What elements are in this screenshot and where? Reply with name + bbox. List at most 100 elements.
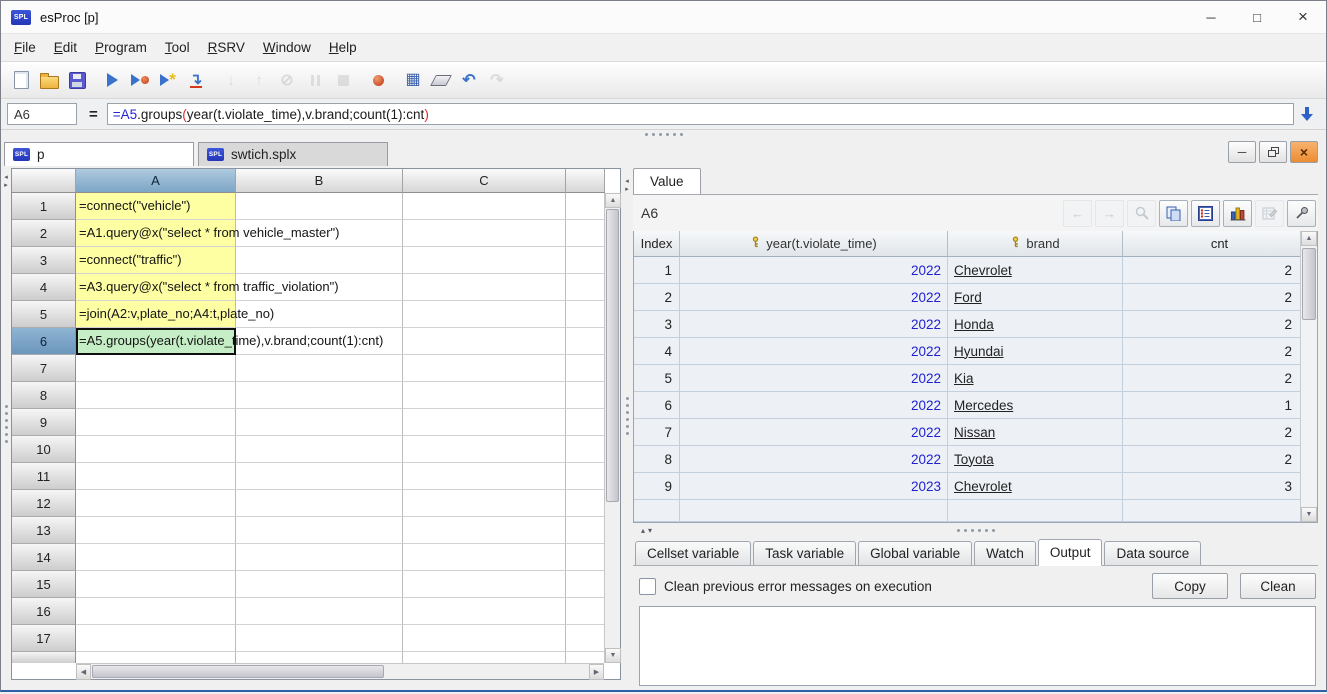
value-cell[interactable]: 6 [634,392,680,419]
clear-cells-icon[interactable] [428,67,454,93]
grid-hscroll-thumb[interactable] [92,665,385,678]
cell-B1[interactable] [236,193,403,220]
expand-panel-icon[interactable]: ▸ [625,186,629,194]
value-col-header-index[interactable]: Index [634,231,680,257]
tab-swtich.splx[interactable]: SPL swtich.splx [198,142,388,166]
cell-A13[interactable] [76,517,236,544]
scroll-down-icon[interactable]: ▼ [605,648,621,663]
cell-B9[interactable] [236,409,403,436]
panel-splitter[interactable]: ◂ ▸ [621,166,633,694]
cell-B16[interactable] [236,598,403,625]
value-cell[interactable]: Kia [948,365,1123,392]
value-col-header-year-t-violate-time-[interactable]: year(t.violate_time) [680,231,948,257]
row-header-2[interactable]: 2 [12,220,76,247]
value-cell[interactable]: 2022 [680,392,948,419]
value-scroll-down-icon[interactable]: ▼ [1301,507,1317,522]
cell-B8[interactable] [236,382,403,409]
scroll-right-icon[interactable]: ▶ [589,664,604,680]
expand-formula-icon[interactable] [1294,106,1320,122]
cell-A10[interactable] [76,436,236,463]
value-cell[interactable]: 2022 [680,419,948,446]
value-cell[interactable]: Nissan [948,419,1123,446]
cell-B17[interactable] [236,625,403,652]
value-cell[interactable]: 9 [634,473,680,500]
collapse-panel-icon[interactable]: ◂ [625,178,629,186]
value-col-header-brand[interactable]: brand [948,231,1123,257]
new-file-icon[interactable] [8,67,34,93]
cell-C17[interactable] [403,625,566,652]
left-edge-splitter[interactable]: ◂ ▸ [1,166,11,694]
cell-A2[interactable] [76,220,236,247]
row-header-4[interactable]: 4 [12,274,76,301]
cell-A14[interactable] [76,544,236,571]
value-cell[interactable]: 2022 [680,338,948,365]
cell-B2[interactable] [236,220,403,247]
splitter-up-down-icon[interactable]: ▴▾ [641,526,655,535]
value-cell[interactable]: 2022 [680,311,948,338]
minimize-icon[interactable]: ─ [1188,1,1234,33]
cell-C5[interactable] [403,301,566,328]
grid-vscroll-thumb[interactable] [606,209,619,503]
scroll-left-icon[interactable]: ◀ [76,664,91,680]
cell-C6[interactable] [403,328,566,355]
child-minimize-icon[interactable]: ─ [1228,141,1256,163]
row-header-16[interactable]: 16 [12,598,76,625]
cell-C4[interactable] [403,274,566,301]
tab-output[interactable]: Output [1037,539,1103,566]
tab-value[interactable]: Value [633,168,701,194]
tab-data-source[interactable]: Data source [1104,541,1202,565]
cell-C15[interactable] [403,571,566,598]
value-cell[interactable]: 2 [1123,284,1301,311]
value-cell[interactable]: 1 [634,257,680,284]
cell-B6[interactable] [236,328,403,355]
clean-previous-checkbox[interactable] [639,577,656,595]
cell-A15[interactable] [76,571,236,598]
value-cell[interactable]: 2 [1123,311,1301,338]
value-cell[interactable]: 2023 [680,473,948,500]
cell-C1[interactable] [403,193,566,220]
cell-A7[interactable] [76,355,236,382]
row-header-13[interactable]: 13 [12,517,76,544]
menu-file[interactable]: File [5,37,45,58]
cell-A11[interactable] [76,463,236,490]
value-cell[interactable]: 2 [1123,446,1301,473]
cell-B13[interactable] [236,517,403,544]
value-cell[interactable]: Toyota [948,446,1123,473]
value-cell[interactable]: Ford [948,284,1123,311]
menu-window[interactable]: Window [254,37,320,58]
column-header-C[interactable]: C [403,169,566,193]
save-file-icon[interactable] [64,67,90,93]
value-cell[interactable]: 2022 [680,257,948,284]
cell-reference-box[interactable]: A6 [7,103,77,125]
menu-program[interactable]: Program [86,37,156,58]
open-file-icon[interactable] [36,67,62,93]
grid-horizontal-scrollbar[interactable]: ◀ ▶ [76,663,604,680]
grid-vertical-scrollbar[interactable]: ▲ ▼ [604,193,621,663]
row-header-10[interactable]: 10 [12,436,76,463]
cell-B7[interactable] [236,355,403,382]
child-close-icon[interactable]: × [1290,141,1318,163]
cell-A3[interactable] [76,247,236,274]
value-cell[interactable]: 3 [1123,473,1301,500]
cell-C14[interactable] [403,544,566,571]
close-icon[interactable]: × [1280,1,1326,33]
cell-B10[interactable] [236,436,403,463]
row-header-5[interactable]: 5 [12,301,76,328]
cell-A17[interactable] [76,625,236,652]
value-cell[interactable]: 2022 [680,446,948,473]
draw-chart-icon[interactable] [1223,199,1252,227]
tab-global-variable[interactable]: Global variable [858,541,973,565]
value-cell[interactable]: 2 [1123,419,1301,446]
value-col-header-cnt[interactable]: cnt [1123,231,1317,257]
cell-C16[interactable] [403,598,566,625]
formula-input[interactable]: =A5 .groups(year(t.violate_time),v.brand;… [106,103,1294,125]
undo-icon[interactable]: ↶ [456,67,482,93]
output-console[interactable] [639,606,1316,686]
cell-A16[interactable] [76,598,236,625]
row-header-14[interactable]: 14 [12,544,76,571]
column-header-B[interactable]: B [236,169,403,193]
cell-A4[interactable] [76,274,236,301]
row-header-9[interactable]: 9 [12,409,76,436]
collapse-left-icon[interactable]: ◂ [4,174,8,182]
cell-C8[interactable] [403,382,566,409]
